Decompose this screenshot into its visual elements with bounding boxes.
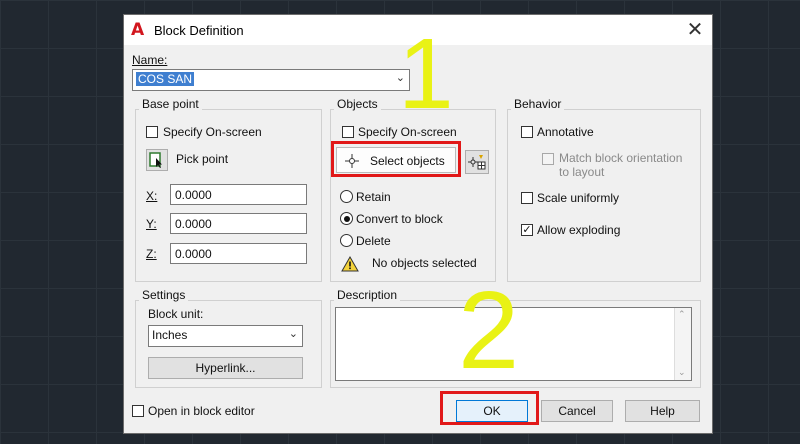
block-unit-select[interactable]: Inches ⌄ [148, 325, 303, 347]
dialog-title: Block Definition [154, 23, 244, 38]
behavior-title: Behavior [511, 97, 565, 111]
pick-point-button[interactable] [146, 149, 168, 171]
delete-radio[interactable] [340, 234, 353, 247]
x-label: X: [146, 189, 158, 203]
description-scrollbar[interactable]: ⌃ ⌄ [674, 308, 691, 380]
scale-uniformly-label: Scale uniformly [537, 191, 620, 205]
close-icon[interactable]: ✕ [684, 18, 706, 40]
cancel-button[interactable]: Cancel [541, 400, 613, 422]
quick-select-button[interactable] [465, 150, 489, 174]
name-value-text: COS SAN [136, 72, 195, 86]
allow-exploding-label: Allow exploding [537, 223, 621, 237]
objects-title: Objects [334, 97, 381, 111]
allow-exploding-checkbox[interactable]: ✓ [521, 224, 533, 236]
objects-specify-onscreen-checkbox[interactable] [342, 126, 354, 138]
selection-status: No objects selected [372, 256, 477, 270]
open-in-block-editor-label: Open in block editor [148, 404, 255, 418]
quick-select-icon [468, 155, 486, 170]
z-input[interactable]: 0.0000 [170, 243, 307, 264]
match-orientation-label-line1: Match block orientation [559, 151, 683, 165]
highlight-box-ok [440, 391, 539, 425]
pick-point-icon [149, 152, 162, 168]
base-specify-onscreen-label: Specify On-screen [163, 125, 262, 139]
annotative-checkbox[interactable] [521, 126, 533, 138]
z-label: Z: [146, 247, 157, 261]
base-point-title: Base point [139, 97, 202, 111]
name-value: COS SAN [136, 72, 195, 86]
hyperlink-button[interactable]: Hyperlink... [148, 357, 303, 379]
block-unit-label: Block unit: [148, 307, 204, 321]
chevron-down-icon[interactable]: ⌄ [289, 327, 298, 340]
block-unit-value: Inches [152, 328, 188, 342]
help-button[interactable]: Help [625, 400, 700, 422]
delete-label: Delete [356, 234, 391, 248]
convert-to-block-radio[interactable] [340, 212, 353, 225]
warning-icon [341, 256, 359, 272]
step-number-2: 2 [458, 269, 520, 392]
retain-label: Retain [356, 190, 391, 204]
name-label-text: Name: [132, 53, 168, 67]
y-label: Y: [146, 217, 157, 231]
name-combobox[interactable]: COS SAN ⌄ [132, 69, 410, 91]
highlight-box-select-objects [331, 141, 461, 177]
scale-uniformly-checkbox[interactable] [521, 192, 533, 204]
description-title: Description [334, 288, 401, 302]
x-input[interactable]: 0.0000 [170, 184, 307, 205]
retain-radio[interactable] [340, 190, 353, 203]
name-label: Name: [132, 53, 167, 67]
convert-to-block-label: Convert to block [356, 212, 443, 226]
scroll-down-icon[interactable]: ⌄ [678, 368, 686, 378]
base-specify-onscreen-checkbox[interactable] [146, 126, 158, 138]
match-orientation-label-line2: to layout [559, 165, 605, 179]
pick-point-label: Pick point [176, 152, 229, 166]
annotative-label: Annotative [537, 125, 594, 139]
open-in-block-editor-checkbox[interactable] [132, 405, 144, 417]
autocad-logo-icon: A [131, 20, 145, 40]
match-orientation-checkbox[interactable] [542, 153, 554, 165]
scroll-up-icon[interactable]: ⌃ [678, 310, 686, 320]
step-number-1: 1 [398, 18, 454, 130]
settings-title: Settings [139, 288, 189, 302]
y-input[interactable]: 0.0000 [170, 213, 307, 234]
